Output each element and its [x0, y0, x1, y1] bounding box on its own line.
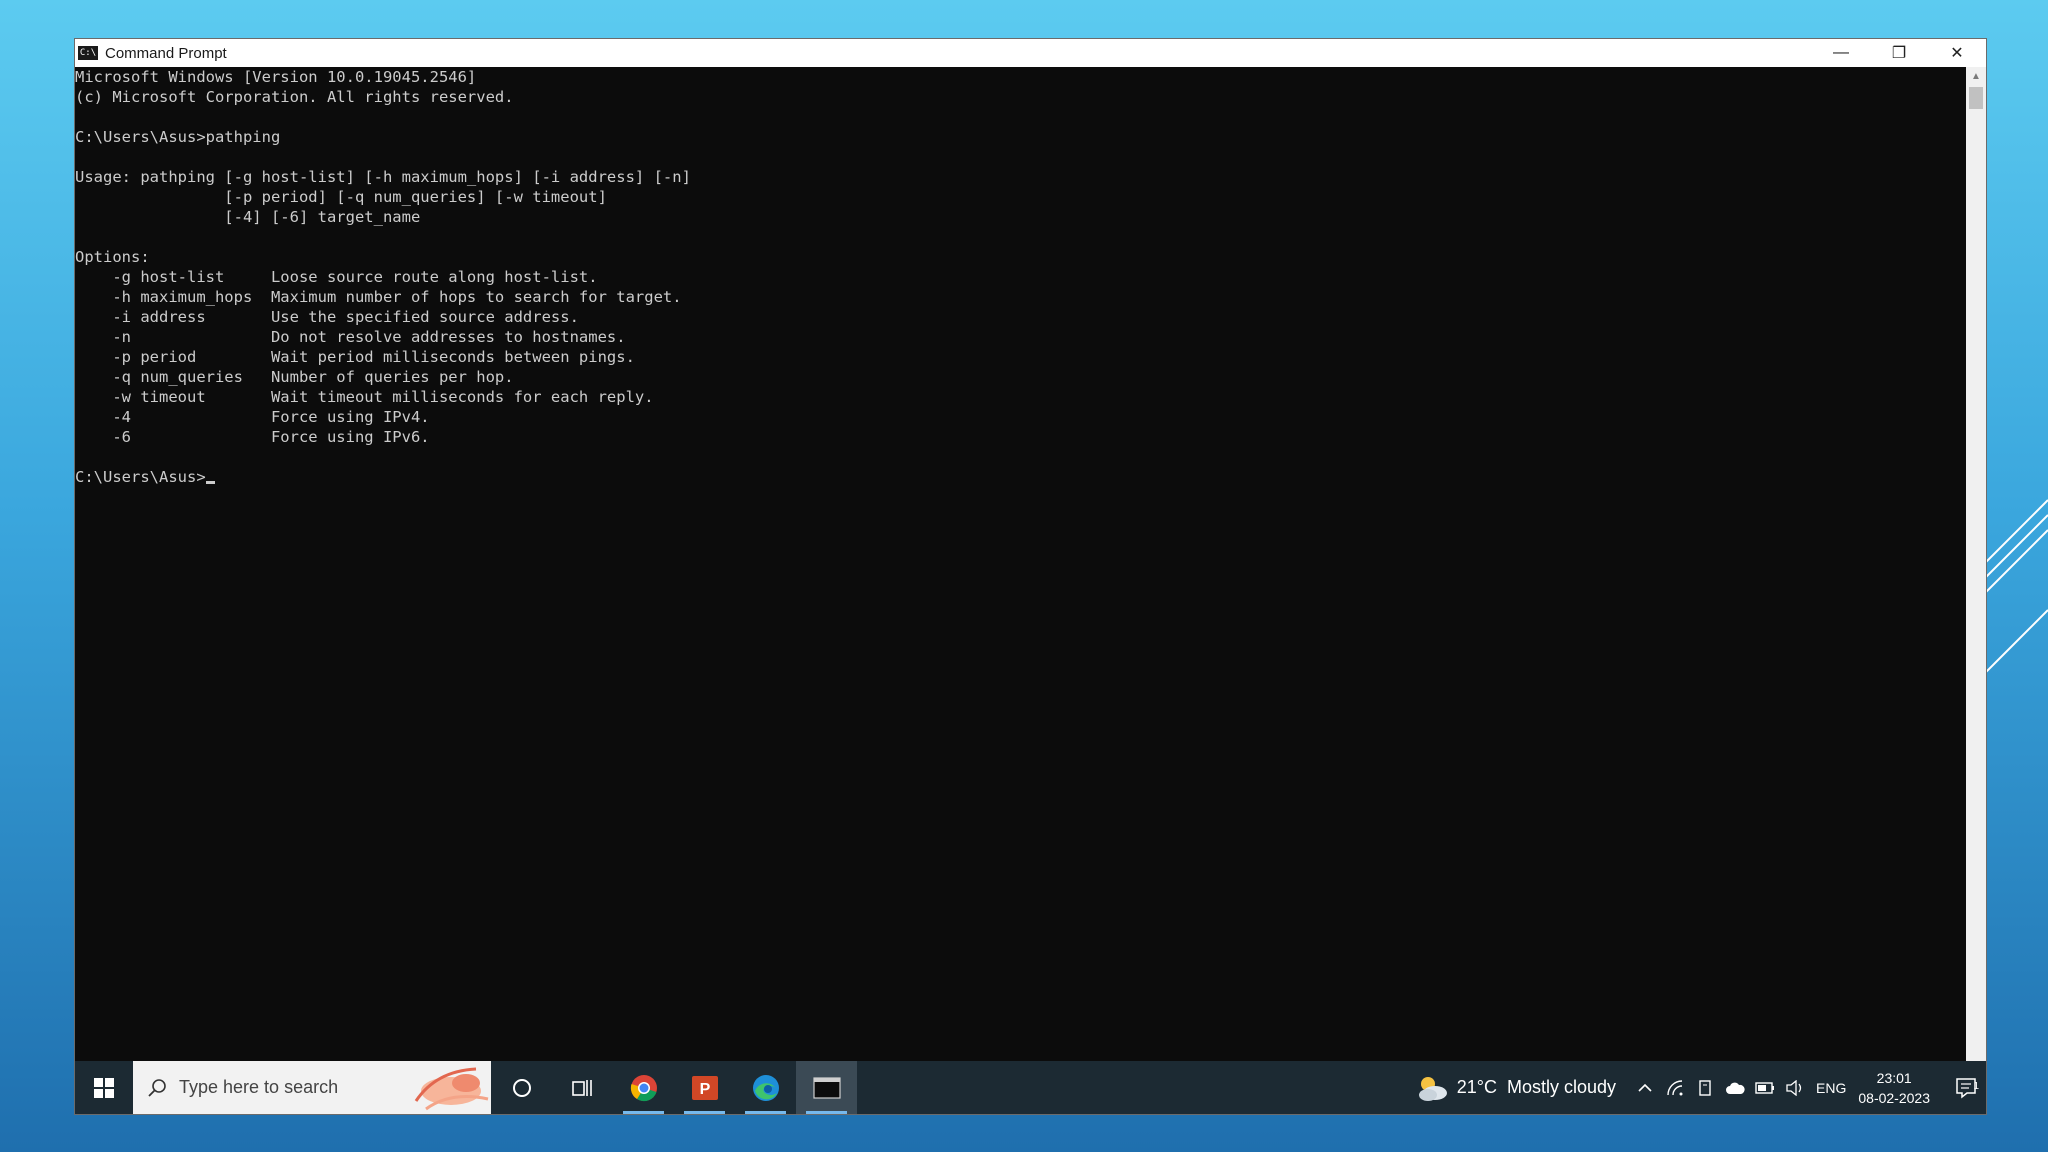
- title-bar[interactable]: C:\ Command Prompt — ❐ ✕: [75, 39, 1986, 67]
- task-view-button[interactable]: [552, 1061, 613, 1114]
- input-language-indicator[interactable]: ENG: [1816, 1080, 1846, 1096]
- scroll-up-arrow-icon[interactable]: ▲: [1966, 67, 1986, 85]
- cortana-button[interactable]: [491, 1061, 552, 1114]
- console-line: -i address Use the specified source addr…: [75, 308, 579, 326]
- console-line: -n Do not resolve addresses to hostnames…: [75, 328, 626, 346]
- console-line: [-4] [-6] target_name: [75, 208, 421, 226]
- console-line: -4 Force using IPv4.: [75, 408, 430, 426]
- chrome-app[interactable]: [613, 1061, 674, 1114]
- command-prompt-window[interactable]: C:\ Command Prompt — ❐ ✕ Microsoft Windo…: [75, 39, 1986, 1114]
- app-running-indicator: [623, 1111, 664, 1114]
- start-button[interactable]: [75, 1061, 133, 1114]
- clock-date: 08-02-2023: [1858, 1089, 1930, 1106]
- chrome-icon: [630, 1074, 657, 1101]
- system-tray: 21°C Mostly cloudy ENG 23:01 08-02-2023: [1415, 1061, 1986, 1114]
- console-line: -g host-list Loose source route along ho…: [75, 268, 598, 286]
- edge-icon: [752, 1074, 779, 1101]
- console-line: -q num_queries Number of queries per hop…: [75, 368, 514, 386]
- weather-widget[interactable]: 21°C Mostly cloudy: [1415, 1073, 1616, 1103]
- console-line: C:\Users\Asus>pathping: [75, 128, 281, 146]
- window-title: Command Prompt: [105, 44, 227, 62]
- prompt-line[interactable]: C:\Users\Asus>: [75, 467, 1966, 487]
- console-line: -6 Force using IPv6.: [75, 428, 430, 446]
- app-running-indicator: [745, 1111, 786, 1114]
- decorative-lines: [1978, 499, 2048, 681]
- notification-count-badge: 1: [1973, 1080, 1979, 1092]
- close-button[interactable]: ✕: [1928, 39, 1986, 67]
- taskbar: Type here to search P 21°C Mostly cloudy…: [75, 1061, 1986, 1114]
- network-icon[interactable]: [1660, 1079, 1690, 1096]
- taskbar-search-box[interactable]: Type here to search: [133, 1061, 491, 1114]
- console-line: -w timeout Wait timeout milliseconds for…: [75, 388, 654, 406]
- app-running-indicator: [684, 1111, 725, 1114]
- scroll-thumb[interactable]: [1969, 87, 1983, 109]
- search-placeholder: Type here to search: [179, 1077, 339, 1097]
- search-icon: [147, 1078, 167, 1098]
- console-line: -h maximum_hops Maximum number of hops t…: [75, 288, 682, 306]
- vertical-scrollbar[interactable]: ▲ ▼: [1966, 67, 1986, 1114]
- minimize-button[interactable]: —: [1812, 39, 1870, 67]
- terminal-icon: C:\: [78, 46, 98, 60]
- powerpoint-icon: P: [691, 1075, 718, 1100]
- weather-description: Mostly cloudy: [1506, 1077, 1617, 1097]
- command-prompt-app[interactable]: [796, 1061, 857, 1114]
- volume-icon[interactable]: [1780, 1079, 1810, 1096]
- console-line: [-p period] [-q num_queries] [-w timeout…: [75, 188, 607, 206]
- text-cursor: [205, 481, 215, 484]
- console-line: Microsoft Windows [Version 10.0.19045.25…: [75, 68, 477, 86]
- search-highlight-art-icon: [414, 1067, 489, 1111]
- console-line: Options:: [75, 248, 150, 266]
- console-line: -p period Wait period milliseconds betwe…: [75, 348, 635, 366]
- device-icon[interactable]: [1690, 1079, 1720, 1097]
- console-line: (c) Microsoft Corporation. All rights re…: [75, 88, 514, 106]
- app-active-indicator: [806, 1111, 847, 1114]
- window-controls: — ❐ ✕: [1812, 39, 1986, 67]
- console-line: Usage: pathping [-g host-list] [-h maxim…: [75, 168, 691, 186]
- powerpoint-app[interactable]: P: [674, 1061, 735, 1114]
- clock-time: 23:01: [1876, 1069, 1912, 1086]
- console-output[interactable]: Microsoft Windows [Version 10.0.19045.25…: [75, 67, 1966, 1114]
- command-prompt: C:\Users\Asus>: [75, 468, 206, 486]
- edge-app[interactable]: [735, 1061, 796, 1114]
- circle-icon: [512, 1078, 531, 1097]
- cloudy-weather-icon: [1418, 1076, 1447, 1101]
- svg-text:P: P: [699, 1081, 710, 1098]
- notification-center-button[interactable]: 1: [1946, 1077, 1986, 1099]
- maximize-button[interactable]: ❐: [1870, 39, 1928, 67]
- weather-temperature: 21°C: [1456, 1077, 1497, 1097]
- battery-icon[interactable]: [1750, 1081, 1780, 1094]
- show-hidden-icons-chevron-icon[interactable]: [1630, 1083, 1660, 1093]
- terminal-icon: [812, 1076, 841, 1099]
- taskbar-clock[interactable]: 23:01 08-02-2023: [1858, 1068, 1930, 1108]
- task-view-icon: [571, 1079, 592, 1096]
- onedrive-cloud-icon[interactable]: [1720, 1081, 1750, 1095]
- windows-logo-icon: [94, 1077, 114, 1098]
